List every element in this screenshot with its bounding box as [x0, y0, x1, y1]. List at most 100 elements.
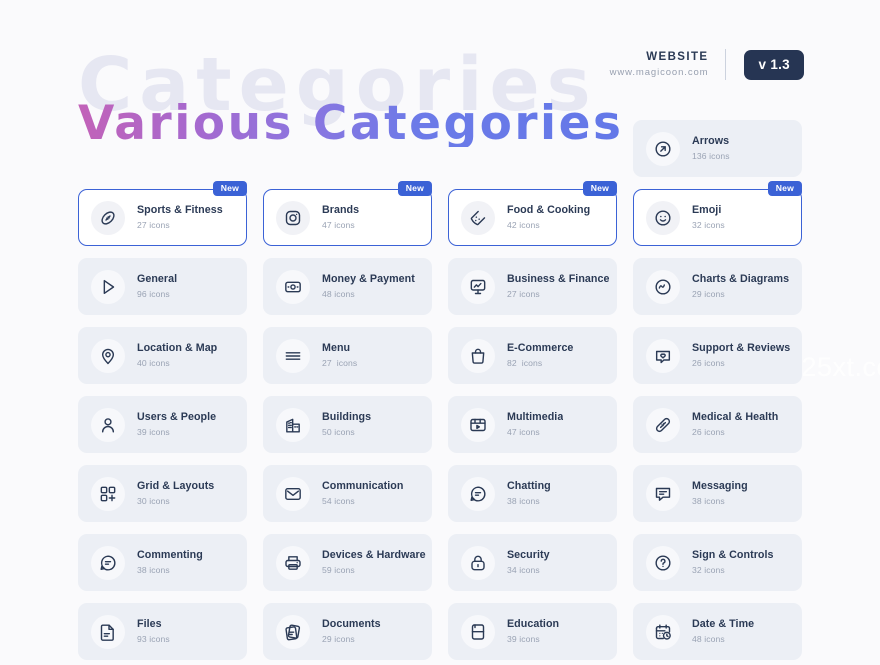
category-card-location-map[interactable]: Location & Map40 icons: [78, 327, 247, 384]
grid-cell: Grid & Layouts30 icons: [78, 465, 247, 522]
category-count: 32 icons: [692, 564, 774, 576]
category-card-files[interactable]: Files93 icons: [78, 603, 247, 660]
category-title: Communication: [322, 480, 403, 493]
category-card-food-cooking[interactable]: NewFood & Cooking42 icons: [448, 189, 617, 246]
category-card-communication[interactable]: Communication 54 icons: [263, 465, 432, 522]
user-icon: [91, 408, 125, 442]
card-text: Charts & Diagrams29 icons: [680, 273, 789, 300]
comment-bubble-icon: [91, 546, 125, 580]
card-text: Money & Payment48 icons: [310, 273, 415, 300]
category-card-e-commerce[interactable]: E-Commerce 82 icons: [448, 327, 617, 384]
category-card-support-reviews[interactable]: Support & Reviews 26 icons: [633, 327, 802, 384]
grid-cell: Documents29 icons: [263, 603, 432, 660]
category-title: Location & Map: [137, 342, 217, 355]
grid-cell: Users & People39 icons: [78, 396, 247, 453]
category-card-documents[interactable]: Documents29 icons: [263, 603, 432, 660]
category-card-education[interactable]: Education 39 icons: [448, 603, 617, 660]
category-title: E-Commerce: [507, 342, 573, 355]
category-card-business-finance[interactable]: Business & Finance 27 icons: [448, 258, 617, 315]
category-count: 50 icons: [322, 426, 371, 438]
grid-cell: Chatting38 icons: [448, 465, 617, 522]
category-title: Buildings: [322, 411, 371, 424]
printer-icon: [276, 546, 310, 580]
card-text: Brands47 icons: [310, 204, 359, 231]
presentation-chart-icon: [461, 270, 495, 304]
category-card-sports-fitness[interactable]: NewSports & Fitness27 icons: [78, 189, 247, 246]
card-text: Support & Reviews 26 icons: [680, 342, 790, 369]
category-count: 82 icons: [507, 357, 573, 369]
category-card-grid-layouts[interactable]: Grid & Layouts30 icons: [78, 465, 247, 522]
category-title: General: [137, 273, 177, 286]
category-title: Education: [507, 618, 559, 631]
category-card-chatting[interactable]: Chatting38 icons: [448, 465, 617, 522]
category-title: Sports & Fitness: [137, 204, 223, 217]
category-card-commenting[interactable]: Commenting38 icons: [78, 534, 247, 591]
category-count: 59 icons: [322, 564, 426, 576]
category-count: 54 icons: [322, 495, 403, 507]
category-card-sign-controls[interactable]: Sign & Controls32 icons: [633, 534, 802, 591]
card-text: Emoji32 icons: [680, 204, 725, 231]
book-icon: [461, 615, 495, 649]
grid-cell: Charts & Diagrams29 icons: [633, 258, 802, 315]
smiley-face-icon: [646, 201, 680, 235]
card-text: Sports & Fitness27 icons: [125, 204, 223, 231]
category-card-money-payment[interactable]: Money & Payment48 icons: [263, 258, 432, 315]
card-text: Grid & Layouts30 icons: [125, 480, 214, 507]
category-title: Users & People: [137, 411, 216, 424]
category-title: Emoji: [692, 204, 725, 217]
grid-cell: Security34 icons: [448, 534, 617, 591]
category-card-messaging[interactable]: Messaging38 icons: [633, 465, 802, 522]
grid-cell: General 96 icons: [78, 258, 247, 315]
camera-square-icon: [276, 201, 310, 235]
category-title: Support & Reviews: [692, 342, 790, 355]
grid-cell: Menu27 icons: [263, 327, 432, 384]
category-count: 29 icons: [692, 288, 789, 300]
grid-cell: Commenting38 icons: [78, 534, 247, 591]
grid-cell: Location & Map40 icons: [78, 327, 247, 384]
category-title: Messaging: [692, 480, 748, 493]
chat-bubble-square-icon: [646, 477, 680, 511]
category-card-date-time[interactable]: Date & Time48 icons: [633, 603, 802, 660]
buildings-icon: [276, 408, 310, 442]
file-icon: [91, 615, 125, 649]
category-card-medical-health[interactable]: Medical & Health26 icons: [633, 396, 802, 453]
category-count: 93 icons: [137, 633, 170, 645]
category-title: Date & Time: [692, 618, 754, 631]
category-card-menu[interactable]: Menu27 icons: [263, 327, 432, 384]
grid-cell: Medical & Health26 icons: [633, 396, 802, 453]
category-title: Documents: [322, 618, 381, 631]
category-count: 26 icons: [692, 357, 790, 369]
grid-cell: Messaging38 icons: [633, 465, 802, 522]
grid-cell: NewEmoji32 icons: [633, 189, 802, 246]
brand-block: WEBSITE www.magicoon.com v 1.3: [610, 49, 804, 80]
card-text: Files93 icons: [125, 618, 170, 645]
category-card-brands[interactable]: NewBrands47 icons: [263, 189, 432, 246]
category-card-arrows[interactable]: Arrows136 icons: [633, 120, 802, 177]
card-text: Chatting38 icons: [495, 480, 551, 507]
grid-cell: Date & Time48 icons: [633, 603, 802, 660]
category-count: 39 icons: [507, 633, 559, 645]
category-card-general[interactable]: General 96 icons: [78, 258, 247, 315]
category-grid: Arrows136 iconsNewSports & Fitness27 ico…: [78, 120, 804, 660]
category-card-emoji[interactable]: NewEmoji32 icons: [633, 189, 802, 246]
card-text: Food & Cooking42 icons: [495, 204, 590, 231]
grid-cell: Education 39 icons: [448, 603, 617, 660]
question-circle-icon: [646, 546, 680, 580]
card-text: Users & People39 icons: [125, 411, 216, 438]
category-title: Business & Finance: [507, 273, 609, 286]
new-badge: New: [213, 181, 247, 196]
category-card-users-people[interactable]: Users & People39 icons: [78, 396, 247, 453]
category-card-multimedia[interactable]: Multimedia47 icons: [448, 396, 617, 453]
category-card-buildings[interactable]: Buildings 50 icons: [263, 396, 432, 453]
category-card-charts-diagrams[interactable]: Charts & Diagrams29 icons: [633, 258, 802, 315]
category-card-security[interactable]: Security34 icons: [448, 534, 617, 591]
category-card-devices-hardware[interactable]: Devices & Hardware59 icons: [263, 534, 432, 591]
grid-cell: Money & Payment48 icons: [263, 258, 432, 315]
category-count: 27 icons: [507, 288, 609, 300]
calendar-clock-icon: [646, 615, 680, 649]
cursor-arrow-icon: [91, 270, 125, 304]
card-text: Date & Time48 icons: [680, 618, 754, 645]
category-count: 96 icons: [137, 288, 177, 300]
category-count: 27 icons: [322, 357, 357, 369]
website-url[interactable]: www.magicoon.com: [610, 66, 709, 80]
